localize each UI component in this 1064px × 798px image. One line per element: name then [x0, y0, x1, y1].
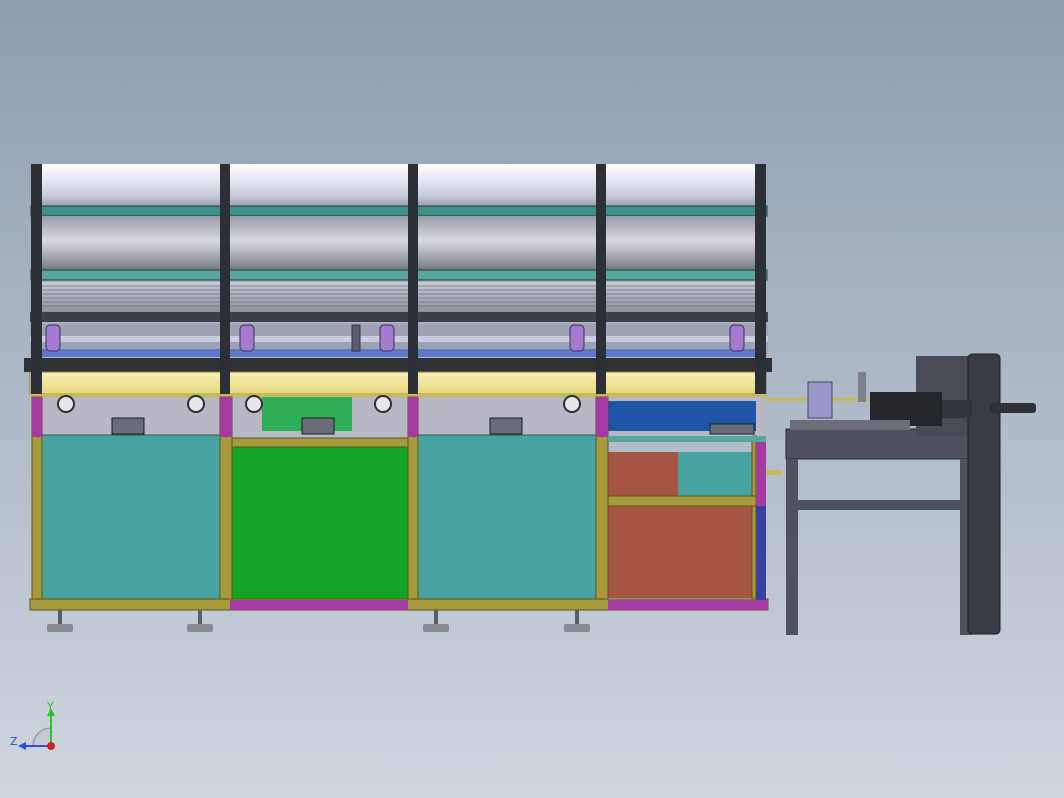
side-knob	[766, 470, 782, 475]
z-axis-label: Z	[10, 735, 18, 748]
beam	[24, 358, 772, 372]
cad-viewport[interactable]: Y Z	[0, 0, 1064, 798]
lower-cabinet	[29, 395, 782, 632]
stand-leg-left	[786, 459, 798, 635]
ribbed-roller	[33, 282, 765, 312]
cylinder-cap	[942, 400, 972, 418]
orientation-triad: Y Z	[10, 700, 55, 750]
yellow-plate	[29, 371, 767, 395]
stand-crossbar	[798, 500, 960, 510]
teal-box	[678, 452, 752, 496]
orange-panel-top	[608, 452, 678, 496]
machine-assembly-drawing: Y Z	[10, 164, 1036, 750]
feed-stand	[785, 353, 1036, 635]
lower-bar	[30, 312, 768, 322]
leveling-feet	[47, 610, 590, 632]
z-arrow-head	[18, 742, 26, 750]
shaft	[30, 336, 768, 342]
yellow-rod	[30, 393, 766, 397]
second-drum	[32, 216, 766, 271]
side-panel	[756, 506, 766, 600]
top-roller	[32, 164, 766, 210]
flywheel	[967, 353, 1001, 635]
y-axis-label: Y	[46, 700, 54, 713]
slide-plate	[790, 420, 910, 430]
cabinet-rail	[608, 436, 766, 442]
piston-rod	[990, 403, 1036, 413]
blue-strip	[40, 349, 760, 357]
triad-origin-point	[47, 742, 55, 750]
upper-roller-housing	[24, 164, 876, 401]
guide-post	[858, 372, 866, 402]
top-rail	[30, 205, 768, 217]
third-bay-panel	[417, 434, 597, 600]
orange-panel-bottom	[608, 506, 754, 598]
green-bay-panel	[231, 446, 409, 600]
mid-rail	[30, 269, 768, 281]
clamp-bracket	[807, 381, 833, 419]
left-bay-panel	[41, 434, 221, 600]
